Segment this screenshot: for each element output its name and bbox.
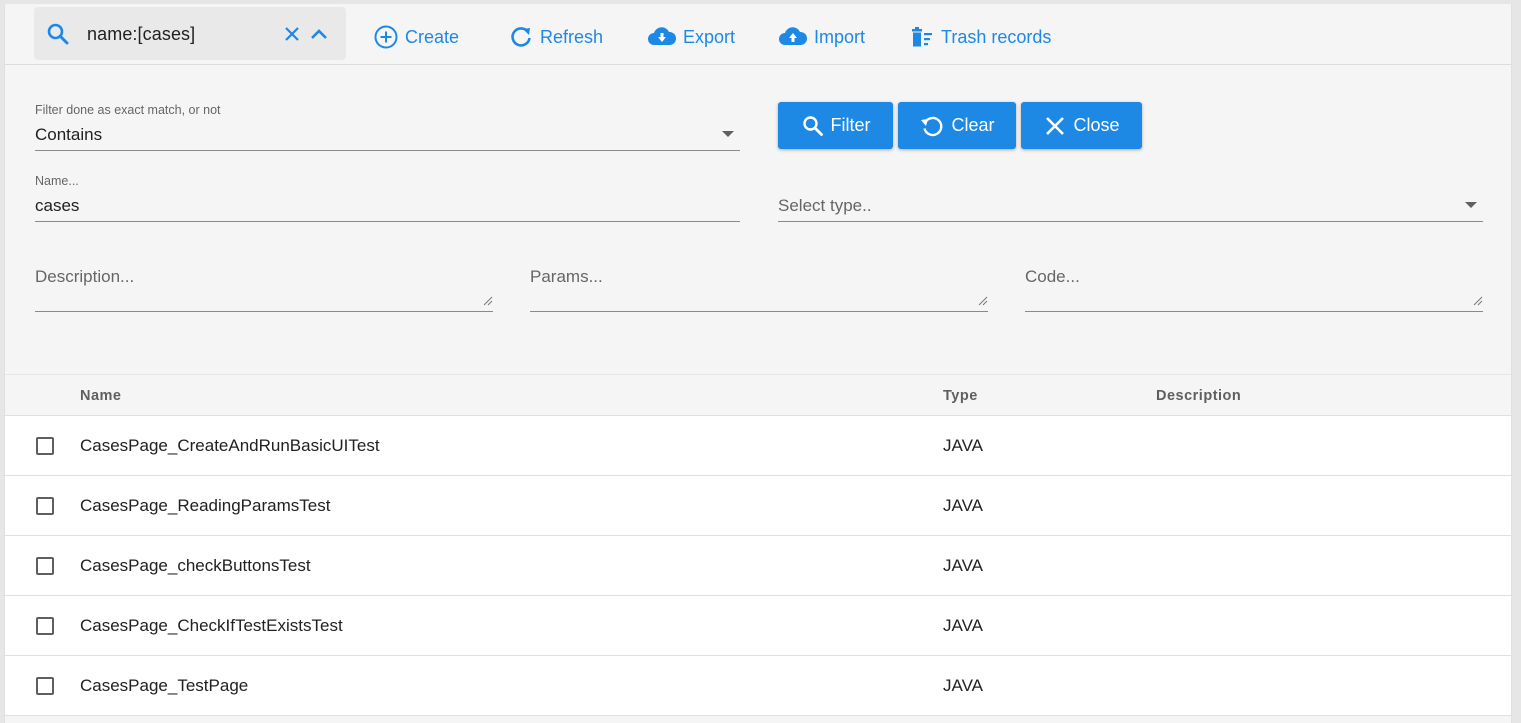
trash-icon xyxy=(912,27,932,47)
type-select-underline xyxy=(778,221,1483,222)
params-underline xyxy=(530,311,988,312)
search-icon xyxy=(802,115,823,136)
row-type: JAVA xyxy=(943,496,983,515)
row-type: JAVA xyxy=(943,616,983,635)
name-field-underline xyxy=(35,221,740,222)
resize-handle-icon[interactable] xyxy=(1473,296,1483,306)
import-label: Import xyxy=(814,26,866,47)
code-textarea[interactable]: Code... xyxy=(1025,267,1080,287)
column-header-description[interactable]: Description xyxy=(1156,388,1241,404)
row-name: CasesPage_checkButtonsTest xyxy=(80,556,311,575)
row-type: JAVA xyxy=(943,556,983,575)
search-icon xyxy=(47,23,69,45)
refresh-label: Refresh xyxy=(540,26,604,47)
close-label: Close xyxy=(1073,115,1120,135)
row-type: JAVA xyxy=(943,436,983,455)
toolbar: name:[cases] Create Refresh Export Impor… xyxy=(5,4,1511,65)
row-name: CasesPage_TestPage xyxy=(80,676,249,695)
name-field[interactable]: cases xyxy=(35,196,79,216)
row-name: CasesPage_ReadingParamsTest xyxy=(80,496,331,515)
trash-records-label: Trash records xyxy=(941,26,1052,47)
row-checkbox[interactable] xyxy=(36,557,54,575)
clear-button[interactable]: Clear xyxy=(898,102,1016,149)
match-mode-underline xyxy=(35,150,740,151)
table-body: CasesPage_CreateAndRunBasicUITest JAVA Cas… xyxy=(5,416,1511,716)
create-button[interactable]: Create xyxy=(373,22,459,52)
cloud-download-icon xyxy=(648,27,677,45)
clear-search-icon[interactable] xyxy=(282,24,302,44)
clear-label: Clear xyxy=(951,115,995,135)
resize-handle-icon[interactable] xyxy=(483,296,493,306)
export-label: Export xyxy=(683,26,736,47)
params-textarea[interactable]: Params... xyxy=(530,267,603,287)
row-name: CasesPage_CreateAndRunBasicUITest xyxy=(80,436,380,455)
name-field-label: Name... xyxy=(35,174,79,188)
table-row[interactable]: CasesPage_CreateAndRunBasicUITest JAVA xyxy=(5,416,1511,476)
filter-button[interactable]: Filter xyxy=(778,102,893,149)
description-textarea[interactable]: Description... xyxy=(35,267,134,287)
row-checkbox[interactable] xyxy=(36,497,54,515)
close-icon xyxy=(1046,116,1065,135)
table-row[interactable]: CasesPage_CheckIfTestExistsTest JAVA xyxy=(5,596,1511,656)
records-table: Name Type Description CasesPage_CreateAn… xyxy=(5,374,1511,716)
refresh-icon xyxy=(511,27,531,47)
row-checkbox[interactable] xyxy=(36,617,54,635)
row-type: JAVA xyxy=(943,676,983,695)
search-input[interactable]: name:[cases] xyxy=(87,24,195,45)
import-button[interactable]: Import xyxy=(778,22,865,52)
description-underline xyxy=(35,311,493,312)
column-header-type[interactable]: Type xyxy=(943,388,978,404)
row-name: CasesPage_CheckIfTestExistsTest xyxy=(80,616,343,635)
table-row[interactable]: CasesPage_TestPage JAVA xyxy=(5,656,1511,716)
collapse-icon[interactable] xyxy=(309,24,329,44)
app-frame: name:[cases] Create Refresh Export Impor… xyxy=(4,4,1512,723)
match-mode-label: Filter done as exact match, or not xyxy=(35,103,221,117)
dropdown-caret-icon[interactable] xyxy=(1465,202,1477,208)
search-box[interactable]: name:[cases] xyxy=(34,7,346,60)
filter-label: Filter xyxy=(830,115,871,135)
code-underline xyxy=(1025,311,1483,312)
resize-handle-icon[interactable] xyxy=(978,296,988,306)
export-button[interactable]: Export xyxy=(647,22,735,52)
cloud-upload-icon xyxy=(779,27,808,45)
trash-records-button[interactable]: Trash records xyxy=(909,22,1051,52)
table-header: Name Type Description xyxy=(5,374,1511,416)
column-header-name[interactable]: Name xyxy=(80,388,122,404)
close-button[interactable]: Close xyxy=(1021,102,1142,149)
dropdown-caret-icon[interactable] xyxy=(722,131,734,137)
table-row[interactable]: CasesPage_checkButtonsTest JAVA xyxy=(5,536,1511,596)
row-checkbox[interactable] xyxy=(36,677,54,695)
create-label: Create xyxy=(405,26,460,47)
table-row[interactable]: CasesPage_ReadingParamsTest JAVA xyxy=(5,476,1511,536)
match-mode-select[interactable]: Contains xyxy=(35,125,102,145)
reset-icon xyxy=(921,116,943,136)
type-select[interactable]: Select type.. xyxy=(778,196,872,216)
add-circle-icon xyxy=(374,25,398,49)
row-checkbox[interactable] xyxy=(36,437,54,455)
refresh-button[interactable]: Refresh xyxy=(508,22,603,52)
